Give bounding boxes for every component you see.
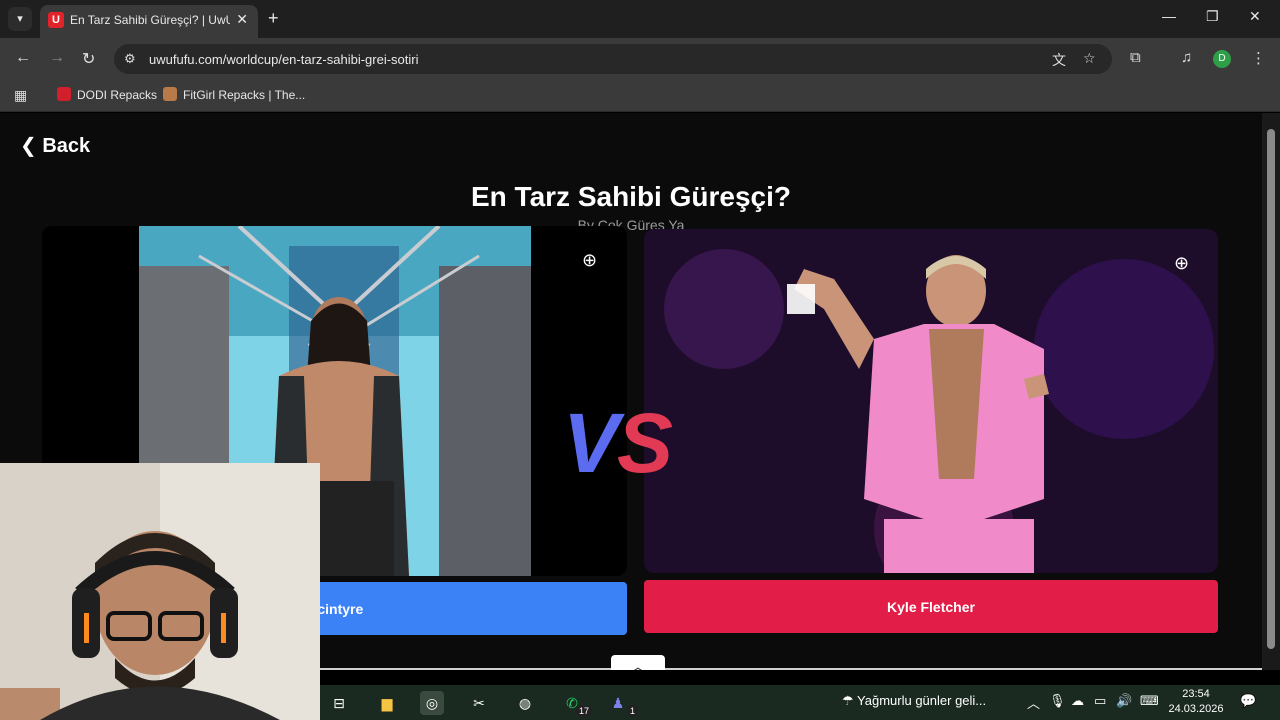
bottom-panel-edge — [320, 668, 1262, 670]
task-view-icon[interactable]: ⊟ — [327, 691, 351, 715]
tab-title: En Tarz Sahibi Güreşçi? | UwUFUFU — [70, 13, 230, 27]
bookmark-star-icon[interactable]: ☆ — [1083, 50, 1096, 67]
apps-grid-icon[interactable]: ▦ — [14, 87, 27, 104]
new-tab-button[interactable]: + — [268, 8, 279, 29]
uwufufu-favicon-icon: U — [48, 12, 64, 28]
close-tab-icon[interactable]: ✕ — [236, 11, 248, 28]
fitgirl-icon — [163, 87, 177, 101]
back-button[interactable]: ❮ Back — [20, 133, 90, 158]
reload-icon[interactable]: ↻ — [82, 49, 95, 69]
zoom-in-icon[interactable]: ⊕ — [1174, 253, 1189, 274]
profile-avatar[interactable]: D — [1213, 50, 1231, 68]
media-controls-icon[interactable]: ♫ — [1181, 49, 1192, 66]
volume-icon[interactable]: 🔊 — [1116, 693, 1132, 709]
network-icon[interactable]: ▭ — [1094, 693, 1106, 709]
teams-icon[interactable]: ♟ 1 — [606, 691, 638, 717]
scroll-thumb[interactable] — [1267, 129, 1275, 649]
notifications-icon[interactable]: 💬 — [1240, 693, 1256, 709]
choose-fletcher-button[interactable]: Kyle Fletcher — [644, 580, 1218, 633]
zoom-in-icon[interactable]: ⊕ — [582, 250, 597, 271]
tab-search-button[interactable]: ▾ — [8, 7, 32, 31]
streamer-webcam-image — [0, 463, 320, 720]
dodi-icon — [57, 87, 71, 101]
tab-strip: ▾ U En Tarz Sahibi Güreşçi? | UwUFUFU ✕ … — [0, 0, 1280, 38]
vs-v-letter: V — [563, 396, 619, 490]
chevron-up-icon: ︿ — [629, 659, 646, 670]
bookmark-label: FitGirl Repacks | The... — [183, 88, 306, 102]
menu-kebab-icon[interactable]: ⋮ — [1251, 49, 1266, 67]
site-info-icon[interactable]: ⚙ — [124, 51, 136, 67]
right-candidate-card[interactable]: ⊕ — [644, 229, 1218, 573]
bookmarks-bar: ▦ DODI Repacks FitGirl Repacks | The... — [0, 80, 1280, 112]
onedrive-icon[interactable]: ☁ — [1071, 693, 1084, 709]
page-title: En Tarz Sahibi Güreşçi? — [470, 181, 791, 212]
capcut-icon[interactable]: ✂ — [467, 691, 491, 715]
tray-overflow-icon[interactable]: ︿ — [1027, 693, 1040, 712]
system-clock[interactable]: 23:54 24.03.2026 — [1168, 687, 1224, 717]
browser-toolbar: ← → ↻ ⚙ uwufufu.com/worldcup/en-tarz-sah… — [0, 38, 1280, 80]
bookmark-label: DODI Repacks — [77, 88, 158, 102]
address-bar[interactable]: ⚙ uwufufu.com/worldcup/en-tarz-sahibi-gr… — [114, 44, 1112, 74]
umbrella-icon: ☂ — [842, 693, 858, 708]
clock-date: 24.03.2026 — [1168, 703, 1224, 715]
screen-recorder-icon[interactable]: ◍ — [513, 691, 537, 715]
microphone-icon[interactable]: 🎙 — [1049, 693, 1066, 709]
fletcher-photo[interactable] — [644, 229, 1218, 573]
forward-arrow-icon[interactable]: → — [49, 49, 65, 67]
bookmark-fitgirl[interactable]: FitGirl Repacks | The... — [163, 87, 305, 102]
whatsapp-badge: 17 — [575, 705, 592, 717]
webcam-overlay — [0, 463, 320, 720]
expand-panel-button[interactable]: ︿ — [611, 655, 665, 670]
weather-text: Yağmurlu günler geli... — [857, 693, 987, 708]
weather-widget[interactable]: ☂ Yağmurlu günler geli... — [842, 693, 986, 709]
back-arrow-icon[interactable]: ← — [15, 49, 31, 67]
url-text: uwufufu.com/worldcup/en-tarz-sahibi-grei… — [149, 52, 419, 67]
bookmark-dodi[interactable]: DODI Repacks — [57, 87, 157, 102]
whatsapp-icon[interactable]: ✆ 17 — [560, 691, 592, 717]
back-label: Back — [42, 135, 91, 157]
teams-badge: 1 — [626, 705, 638, 717]
page-scrollbar[interactable] — [1262, 113, 1280, 670]
restore-icon[interactable]: ❐ — [1206, 8, 1219, 25]
chevron-left-icon: ❮ — [20, 135, 37, 157]
translate-icon[interactable]: 文 — [1052, 50, 1066, 70]
vs-label: VS — [563, 395, 673, 492]
minimize-icon[interactable]: — — [1162, 8, 1176, 24]
chrome-icon[interactable]: ◎ — [420, 691, 444, 715]
clock-time: 23:54 — [1182, 688, 1210, 700]
close-window-icon[interactable]: ✕ — [1249, 8, 1261, 25]
active-tab[interactable]: U En Tarz Sahibi Güreşçi? | UwUFUFU ✕ — [40, 5, 258, 38]
extensions-icon[interactable]: ⧉ — [1130, 49, 1141, 66]
file-explorer-icon[interactable]: ▆ — [375, 691, 399, 715]
fletcher-image — [644, 229, 1218, 573]
vs-s-letter: S — [617, 396, 673, 490]
keyboard-icon[interactable]: ⌨ — [1140, 693, 1159, 709]
